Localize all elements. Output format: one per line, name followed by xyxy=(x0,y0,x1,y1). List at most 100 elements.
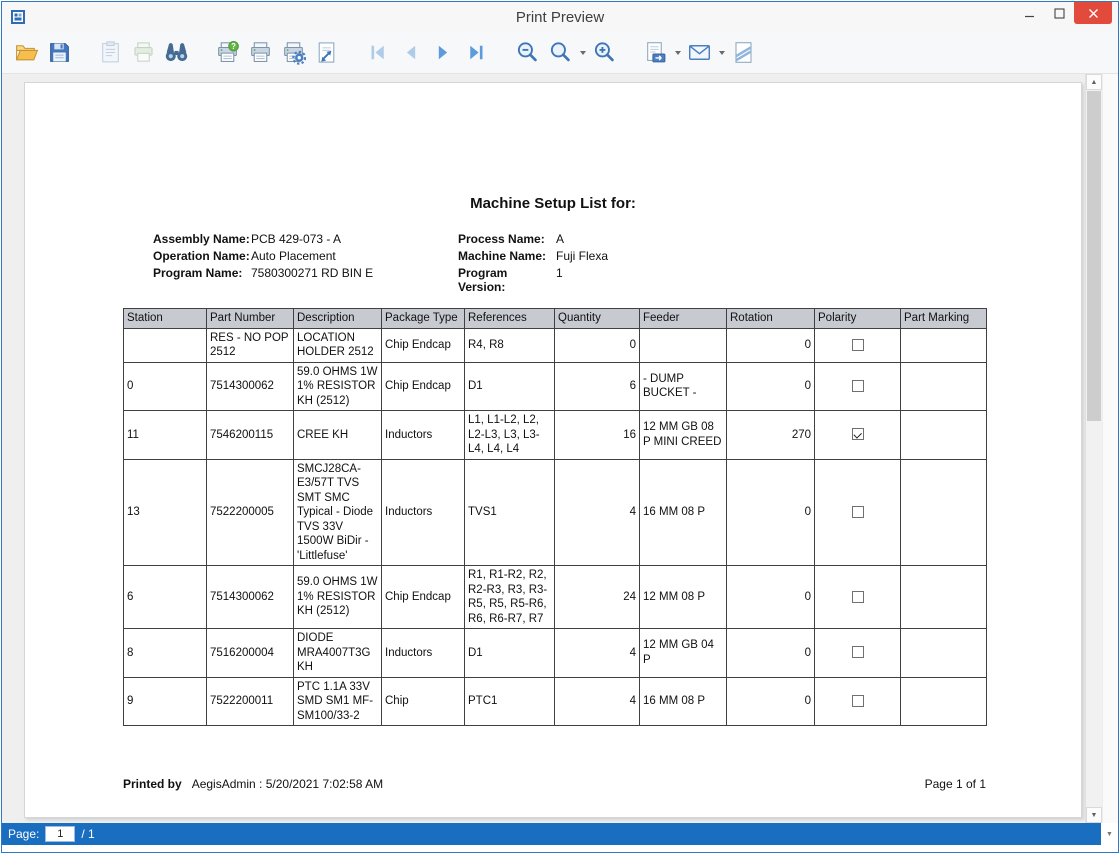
cell-quantity: 16 xyxy=(555,411,640,460)
cell-references: D1 xyxy=(465,629,555,678)
program-name-value: 7580300271 RD BIN E xyxy=(251,266,373,280)
watermark-button[interactable] xyxy=(727,36,760,69)
toolbar-group: ? xyxy=(211,36,343,69)
column-header-station: Station xyxy=(124,309,207,329)
export-dropdown-caret[interactable] xyxy=(672,37,683,69)
cell-part-number: 7514300062 xyxy=(207,566,294,629)
cell-part-number: 7522200005 xyxy=(207,459,294,566)
document-map-button xyxy=(94,36,127,69)
svg-text:?: ? xyxy=(231,42,236,51)
last-page-button[interactable] xyxy=(460,36,493,69)
page-setup-button[interactable] xyxy=(277,36,310,69)
assembly-name-value: PCB 429-073 - A xyxy=(251,232,341,246)
zoom-in-icon xyxy=(592,40,617,65)
column-header-part-marking: Part Marking xyxy=(901,309,987,329)
cell-station xyxy=(124,328,207,362)
column-header-part-number: Part Number xyxy=(207,309,294,329)
cell-feeder: - DUMP BUCKET - xyxy=(640,362,727,411)
cell-description: 59.0 OHMS 1W 1% RESISTOR KH (2512) xyxy=(294,362,382,411)
table-row: 117546200115CREE KHInductorsL1, L1-L2, L… xyxy=(124,411,987,460)
column-header-package-type: Package Type xyxy=(382,309,465,329)
cell-part-marking xyxy=(901,629,987,678)
cell-part-number: RES - NO POP 2512 xyxy=(207,328,294,362)
next-page-button[interactable] xyxy=(427,36,460,69)
machine-name-label: Machine Name: xyxy=(458,249,556,263)
cell-package-type: Inductors xyxy=(382,629,465,678)
scrollbar-thumb[interactable] xyxy=(1087,91,1101,421)
cell-rotation: 0 xyxy=(727,677,815,726)
polarity-checkbox xyxy=(852,695,864,707)
cell-description: PTC 1.1A 33V SMD SM1 MF-SM100/33-2 xyxy=(294,677,382,726)
scroll-up-button[interactable]: ▲ xyxy=(1086,74,1102,90)
printed-by-label: Printed by xyxy=(123,777,182,791)
print-dialog-button[interactable]: ? xyxy=(211,36,244,69)
report-page: Machine Setup List for: Assembly Name:PC… xyxy=(24,82,1082,818)
print-icon xyxy=(248,40,273,65)
process-name-value: A xyxy=(556,232,564,246)
email-button[interactable] xyxy=(683,36,716,69)
cell-description: CREE KH xyxy=(294,411,382,460)
cell-polarity xyxy=(815,362,901,411)
machine-name-value: Fuji Flexa xyxy=(556,249,608,263)
operation-name-label: Operation Name: xyxy=(153,249,251,263)
cell-quantity: 4 xyxy=(555,629,640,678)
table-row: 0751430006259.0 OHMS 1W 1% RESISTOR KH (… xyxy=(124,362,987,411)
close-button[interactable] xyxy=(1074,2,1112,24)
page-footer: Printed byAegisAdmin : 5/20/2021 7:02:58… xyxy=(123,777,986,791)
preview-viewport: Machine Setup List for: Assembly Name:PC… xyxy=(2,74,1118,823)
cell-rotation: 0 xyxy=(727,362,815,411)
previous-page-button xyxy=(394,36,427,69)
meta-left: Assembly Name:PCB 429-073 - A Operation … xyxy=(153,232,458,294)
email-dropdown-caret[interactable] xyxy=(716,37,727,69)
cell-references: PTC1 xyxy=(465,677,555,726)
right-gutter xyxy=(1102,74,1118,823)
cell-feeder: 16 MM 08 P xyxy=(640,459,727,566)
polarity-checkbox xyxy=(852,339,864,351)
table-row: 137522200005SMCJ28CA-E3/57T TVS SMT SMC … xyxy=(124,459,987,566)
open-icon xyxy=(14,40,39,65)
table-row: 6751430006259.0 OHMS 1W 1% RESISTOR KH (… xyxy=(124,566,987,629)
assembly-name-label: Assembly Name: xyxy=(153,232,251,246)
export-button[interactable] xyxy=(639,36,672,69)
cell-feeder: 16 MM 08 P xyxy=(640,677,727,726)
cell-part-marking xyxy=(901,362,987,411)
cell-station: 0 xyxy=(124,362,207,411)
cell-part-marking xyxy=(901,328,987,362)
cell-part-marking xyxy=(901,459,987,566)
first-page-icon xyxy=(365,40,390,65)
operation-name-value: Auto Placement xyxy=(251,249,336,263)
scale-button[interactable] xyxy=(310,36,343,69)
zoom-dropdown-caret[interactable] xyxy=(577,37,588,69)
scroll-down-button[interactable]: ▼ xyxy=(1086,807,1102,823)
page-number-input[interactable] xyxy=(45,826,75,842)
first-page-button xyxy=(361,36,394,69)
zoom-button[interactable] xyxy=(544,36,577,69)
vertical-scrollbar[interactable]: ▲ ▼ xyxy=(1085,74,1102,823)
cell-station: 9 xyxy=(124,677,207,726)
polarity-checkbox xyxy=(852,591,864,603)
report-title: Machine Setup List for: xyxy=(25,195,1081,212)
cell-references: TVS1 xyxy=(465,459,555,566)
column-header-quantity: Quantity xyxy=(555,309,640,329)
zoom-in-button[interactable] xyxy=(588,36,621,69)
column-header-description: Description xyxy=(294,309,382,329)
cell-package-type: Inductors xyxy=(382,459,465,566)
cell-station: 6 xyxy=(124,566,207,629)
cell-feeder: 12 MM GB 08 P MINI CREED xyxy=(640,411,727,460)
open-button[interactable] xyxy=(10,36,43,69)
cell-quantity: 4 xyxy=(555,459,640,566)
polarity-checkbox xyxy=(852,380,864,392)
minimize-button[interactable] xyxy=(1014,2,1044,24)
save-button[interactable] xyxy=(43,36,76,69)
toolbar-group xyxy=(361,36,493,69)
maximize-button[interactable] xyxy=(1044,2,1074,24)
print-button[interactable] xyxy=(244,36,277,69)
print-dialog-icon: ? xyxy=(215,40,240,65)
zoom-out-button[interactable] xyxy=(511,36,544,69)
document-map-icon xyxy=(98,40,123,65)
search-button[interactable] xyxy=(160,36,193,69)
cell-part-marking xyxy=(901,677,987,726)
cell-feeder: 12 MM GB 04 P xyxy=(640,629,727,678)
cell-package-type: Chip Endcap xyxy=(382,362,465,411)
last-page-icon xyxy=(464,40,489,65)
